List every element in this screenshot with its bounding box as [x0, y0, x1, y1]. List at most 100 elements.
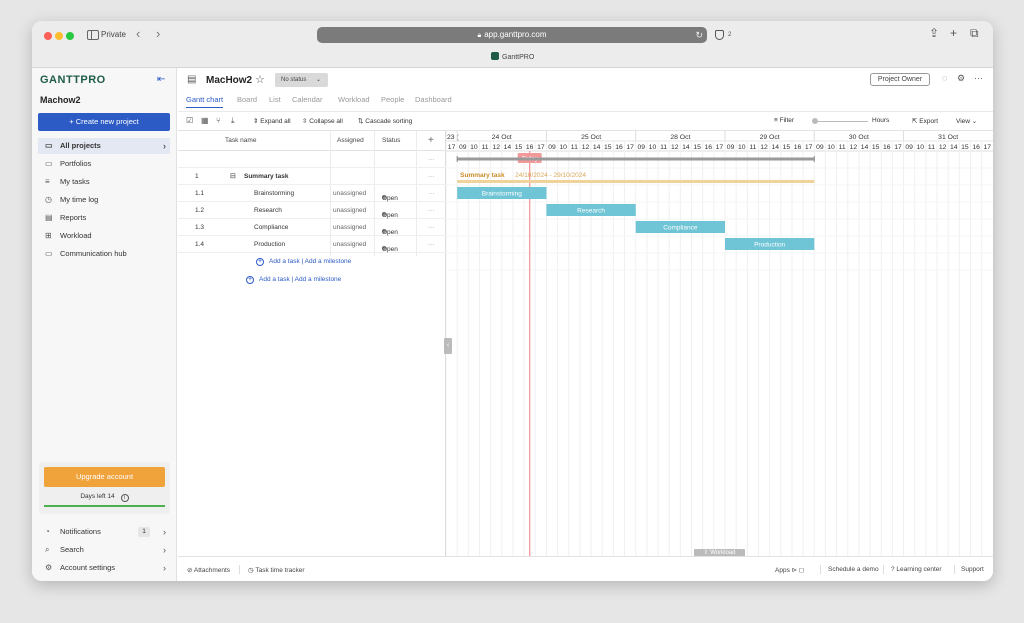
- project-owner-button[interactable]: Project Owner: [870, 73, 930, 86]
- task-name[interactable]: Compliance: [254, 224, 288, 231]
- shield-icon[interactable]: [715, 30, 724, 40]
- col-task-name[interactable]: Task name: [225, 137, 256, 144]
- row-more-icon[interactable]: ···: [428, 173, 435, 180]
- close-window-button[interactable]: [44, 32, 52, 40]
- tab-workload[interactable]: Workload: [338, 95, 370, 104]
- col-status[interactable]: Status: [382, 137, 400, 144]
- add-task-link[interactable]: Add a task: [269, 258, 300, 265]
- sidebar-bottom-search[interactable]: ⌕ Search ›: [38, 542, 170, 558]
- task-bar-label: Production: [754, 242, 785, 249]
- table-row[interactable]: 1.1 Brainstorming unassigned Open ···: [178, 185, 446, 202]
- view-button[interactable]: View ⌄: [956, 117, 977, 125]
- assignee[interactable]: unassigned: [333, 207, 366, 214]
- table-row[interactable]: 1.2 Research unassigned Open ···: [178, 202, 446, 219]
- row-more-icon[interactable]: ···: [428, 224, 435, 231]
- ganttpro-favicon-icon: [491, 52, 499, 60]
- sidebar-item-portfolios[interactable]: ▭ Portfolios: [38, 156, 170, 172]
- add-milestone-link[interactable]: Add a milestone: [305, 258, 352, 265]
- reload-icon[interactable]: ↻: [695, 27, 703, 43]
- hour-tick-label: 09: [905, 144, 913, 151]
- settings-icon[interactable]: ⚙: [957, 73, 965, 84]
- info-icon[interactable]: i: [120, 494, 129, 502]
- add-column-button[interactable]: +: [428, 135, 434, 146]
- task-name[interactable]: Production: [254, 241, 285, 248]
- sidebar-bottom-notifications[interactable]: ◔ Notifications › 1: [38, 524, 170, 540]
- minimize-window-button[interactable]: [55, 32, 63, 40]
- apps-button[interactable]: Apps ⊳ ◻: [775, 566, 804, 574]
- time-tracker-button[interactable]: ◷ Task time tracker: [248, 566, 305, 574]
- tab-calendar[interactable]: Calendar: [292, 95, 322, 104]
- sidebar-item-communication-hub[interactable]: ▭ Communication hub: [38, 246, 170, 262]
- more-icon[interactable]: ···: [974, 73, 983, 83]
- assignee[interactable]: unassigned: [333, 241, 366, 248]
- add-circle-icon[interactable]: +: [246, 276, 254, 284]
- calendar-icon[interactable]: ▦: [201, 116, 209, 125]
- sidebar-item-reports[interactable]: ▤ Reports: [38, 210, 170, 226]
- table-row[interactable]: 1.3 Compliance unassigned Open ···: [178, 219, 446, 236]
- summary-bar-label: Summary task: [460, 172, 505, 179]
- chat-icon[interactable]: ◌: [942, 73, 947, 83]
- row-more-icon[interactable]: ···: [428, 241, 435, 248]
- back-icon[interactable]: ‹: [136, 26, 140, 41]
- address-bar[interactable]: 🔒︎ app.ganttpro.com ↻: [317, 27, 707, 43]
- zoom-slider[interactable]: [812, 118, 868, 124]
- tab-dashboard[interactable]: Dashboard: [415, 95, 452, 104]
- sidebar-toggle-icon[interactable]: [87, 30, 99, 40]
- table-row[interactable]: 1 ⊟ Summary task ···: [178, 168, 446, 185]
- table-row[interactable]: ···: [178, 151, 446, 168]
- tab-gantt-chart[interactable]: Gantt chart: [186, 95, 224, 108]
- task-name[interactable]: Summary task: [244, 173, 288, 180]
- learning-center-link[interactable]: ? Learning center: [891, 566, 942, 573]
- sidebar-bottom-account-settings[interactable]: ⚙ Account settings ›: [38, 560, 170, 576]
- indent-icon[interactable]: ⤓: [231, 116, 235, 126]
- checkbox-icon[interactable]: ☑: [186, 116, 193, 125]
- cascade-sorting-label: Cascade sorting: [365, 118, 413, 125]
- cascade-sorting-button[interactable]: ⇅ Cascade sorting: [358, 117, 412, 125]
- task-name[interactable]: Brainstorming: [254, 190, 294, 197]
- collapse-toggle-icon[interactable]: ⊟: [230, 172, 236, 180]
- sidebar-item-my-time-log[interactable]: ◷ My time log: [38, 192, 170, 208]
- add-milestone-link[interactable]: Add a milestone: [295, 276, 342, 283]
- sidebar-item-workload[interactable]: ⊞ Workload: [38, 228, 170, 244]
- new-tab-icon[interactable]: +: [950, 26, 957, 40]
- row-more-icon[interactable]: ···: [428, 156, 435, 163]
- create-project-button[interactable]: + Create new project: [38, 113, 170, 131]
- attachments-button[interactable]: ⊘ Attachments: [187, 566, 230, 574]
- export-button[interactable]: ⇱ Export: [912, 117, 938, 125]
- hierarchy-icon[interactable]: ⑂: [216, 116, 221, 125]
- browser-tab[interactable]: GanttPRO: [491, 52, 534, 61]
- add-circle-icon[interactable]: +: [256, 258, 264, 266]
- maximize-window-button[interactable]: [66, 32, 74, 40]
- project-title[interactable]: MacHow2: [206, 75, 252, 86]
- panel-splitter[interactable]: ‹: [444, 338, 452, 354]
- table-row[interactable]: 1.4 Production unassigned Open ···: [178, 236, 446, 253]
- tabs-overview-icon[interactable]: ⧉: [970, 26, 979, 41]
- share-icon[interactable]: ⇪: [929, 26, 939, 40]
- row-more-icon[interactable]: ···: [428, 190, 435, 197]
- collapse-all-button[interactable]: ⇳ Collapse all: [302, 117, 343, 125]
- hour-tick-label: 10: [738, 144, 746, 151]
- col-assigned[interactable]: Assigned: [337, 137, 364, 144]
- collapse-sidebar-icon[interactable]: ⇤: [157, 74, 165, 85]
- filter-button[interactable]: ≡ Filter: [774, 117, 794, 124]
- add-task-link[interactable]: Add a task: [259, 276, 290, 283]
- upgrade-button[interactable]: Upgrade account: [44, 467, 165, 487]
- expand-all-button[interactable]: ⇕ Expand all: [253, 117, 291, 125]
- assignee[interactable]: unassigned: [333, 224, 366, 231]
- row-more-icon[interactable]: ···: [428, 207, 435, 214]
- task-name[interactable]: Research: [254, 207, 282, 214]
- schedule-demo-link[interactable]: Schedule a demo: [828, 566, 879, 573]
- status-label: Open: [382, 246, 398, 253]
- forward-icon[interactable]: ›: [156, 26, 160, 41]
- star-icon[interactable]: ☆: [255, 73, 265, 86]
- sidebar-item-my-tasks[interactable]: ≡ My tasks: [38, 174, 170, 190]
- hour-tick-label: 12: [671, 144, 679, 151]
- support-link[interactable]: Support: [961, 566, 984, 573]
- tab-list[interactable]: List: [269, 95, 281, 104]
- workspace-name[interactable]: Machow2: [40, 95, 81, 105]
- project-status-dropdown[interactable]: No status ⌄: [275, 73, 328, 87]
- tab-people[interactable]: People: [381, 95, 404, 104]
- assignee[interactable]: unassigned: [333, 190, 366, 197]
- tab-board[interactable]: Board: [237, 95, 257, 104]
- sidebar-item-all-projects[interactable]: ▭ All projects ›: [38, 138, 170, 154]
